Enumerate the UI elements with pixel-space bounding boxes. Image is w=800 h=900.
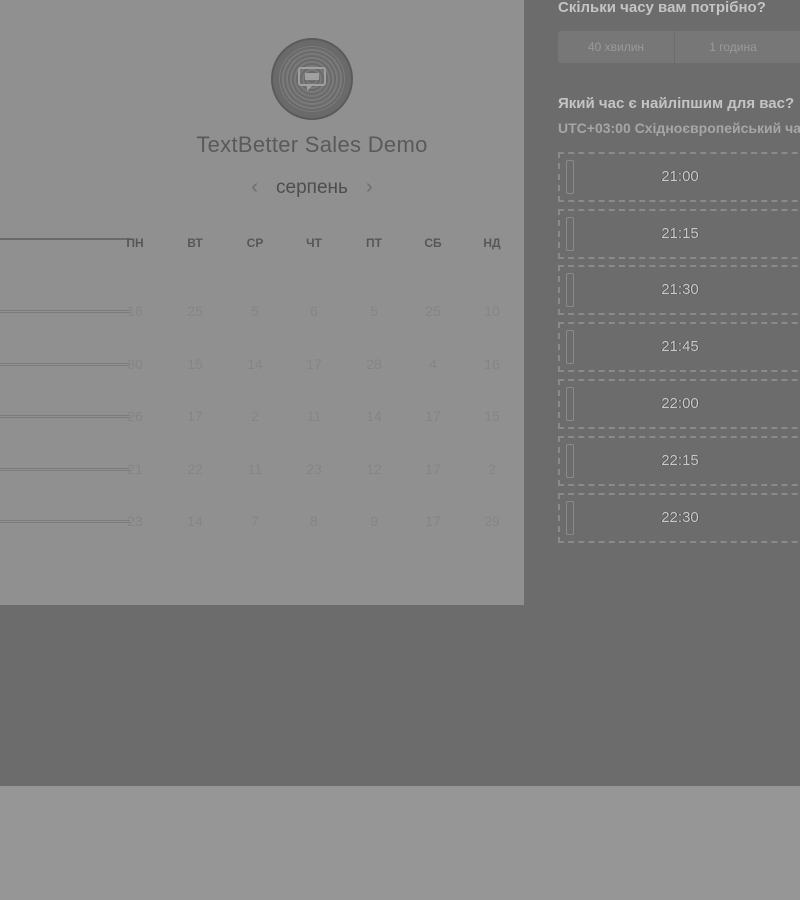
calendar-week: 26 17 2 11 14 17 15: [0, 407, 524, 427]
calendar-day[interactable]: 15: [467, 408, 517, 424]
calendar-day[interactable]: 17: [170, 408, 220, 424]
chevron-left-icon[interactable]: ‹: [247, 176, 262, 199]
weekday-fri: ПТ: [366, 236, 382, 250]
booking-panel: Скільки часу вам потрібно? 40 хвилин 1 г…: [524, 0, 800, 605]
calendar-day[interactable]: 6: [289, 303, 339, 319]
calendar-day[interactable]: 23: [110, 513, 160, 529]
footer-band: [0, 605, 800, 786]
time-slot-label: 21:00: [661, 168, 699, 185]
calendar-day[interactable]: 8: [289, 513, 339, 529]
calendar-day[interactable]: 17: [408, 513, 458, 529]
calendar-day[interactable]: 17: [408, 408, 458, 424]
time-slot-label: 21:15: [661, 225, 699, 242]
time-slot[interactable]: 21:30: [558, 265, 800, 315]
time-slot-label: 22:00: [661, 395, 699, 412]
calendar-day[interactable]: 5: [230, 303, 280, 319]
calendar-day[interactable]: 2: [230, 408, 280, 424]
calendar-week: 21 22 11 23 12 17 2: [0, 460, 524, 480]
time-slot-label: 21:45: [661, 338, 699, 355]
calendar-day[interactable]: 5: [349, 303, 399, 319]
month-label: серпень: [276, 176, 348, 198]
calendar-day[interactable]: 9: [349, 513, 399, 529]
time-slot-label: 21:30: [661, 281, 699, 298]
calendar-week: 23 14 7 8 9 17 29: [0, 512, 524, 532]
calendar-day[interactable]: 25: [170, 303, 220, 319]
time-slot[interactable]: 21:00: [558, 152, 800, 202]
company-logo: [271, 38, 353, 120]
calendar-day[interactable]: 16: [110, 303, 160, 319]
weekday-mon: ПН: [126, 236, 144, 250]
calendar-day[interactable]: 28: [349, 356, 399, 372]
duration-option-40min[interactable]: 40 хвилин: [558, 31, 674, 63]
calendar-week: 16 25 5 6 5 25 10: [0, 302, 524, 322]
calendar-day[interactable]: 11: [289, 408, 339, 424]
time-question: Який час є найліпшим для вас?: [558, 95, 795, 112]
calendar-day[interactable]: 30: [110, 356, 160, 372]
weekday-thu: ЧТ: [306, 236, 322, 250]
timezone-selector[interactable]: UTC+03:00 Східноєвропейський час: [558, 120, 800, 136]
weekday-tue: ВТ: [187, 236, 203, 250]
time-slot[interactable]: 22:00: [558, 379, 800, 429]
calendar-day[interactable]: 10: [467, 303, 517, 319]
calendar-day[interactable]: 14: [349, 408, 399, 424]
calendar-card: TextBetter Sales Demo ‹ серпень › ПН ВТ …: [0, 0, 524, 605]
calendar-day[interactable]: 14: [230, 356, 280, 372]
time-slot-label: 22:15: [661, 452, 699, 469]
calendar-day[interactable]: 14: [170, 513, 220, 529]
duration-option-1hour[interactable]: 1 година: [674, 31, 791, 63]
calendar-day[interactable]: 23: [289, 461, 339, 477]
chat-icon: [298, 67, 326, 91]
weekday-wed: СР: [246, 236, 264, 250]
calendar-day[interactable]: 4: [408, 356, 458, 372]
calendar-day[interactable]: 17: [408, 461, 458, 477]
time-slot[interactable]: 21:15: [558, 209, 800, 259]
calendar-day[interactable]: 25: [408, 303, 458, 319]
weekday-header: ПН ВТ СР ЧТ ПТ СБ НД: [0, 233, 524, 253]
time-slot[interactable]: 22:15: [558, 436, 800, 486]
weekday-sat: СБ: [424, 236, 442, 250]
calendar-day[interactable]: 16: [467, 356, 517, 372]
calendar-day[interactable]: 17: [289, 356, 339, 372]
chevron-right-icon[interactable]: ›: [362, 176, 377, 199]
calendar-day[interactable]: 29: [467, 513, 517, 529]
time-slot[interactable]: 21:45: [558, 322, 800, 372]
calendar-day[interactable]: 21: [110, 461, 160, 477]
calendar-day[interactable]: 15: [170, 356, 220, 372]
calendar-day[interactable]: 11: [230, 461, 280, 477]
calendar-day[interactable]: 22: [170, 461, 220, 477]
calendar-week: 30 15 14 17 28 4 16: [0, 355, 524, 375]
duration-selector: 40 хвилин 1 година: [558, 31, 800, 63]
calendar-day[interactable]: 12: [349, 461, 399, 477]
duration-question: Скільки часу вам потрібно?: [558, 0, 766, 16]
time-slot[interactable]: 22:30: [558, 493, 800, 543]
calendar-day[interactable]: 2: [467, 461, 517, 477]
calendar-day[interactable]: 26: [110, 408, 160, 424]
time-slot-label: 22:30: [661, 509, 699, 526]
calendar-day[interactable]: 7: [230, 513, 280, 529]
weekday-sun: НД: [483, 236, 501, 250]
